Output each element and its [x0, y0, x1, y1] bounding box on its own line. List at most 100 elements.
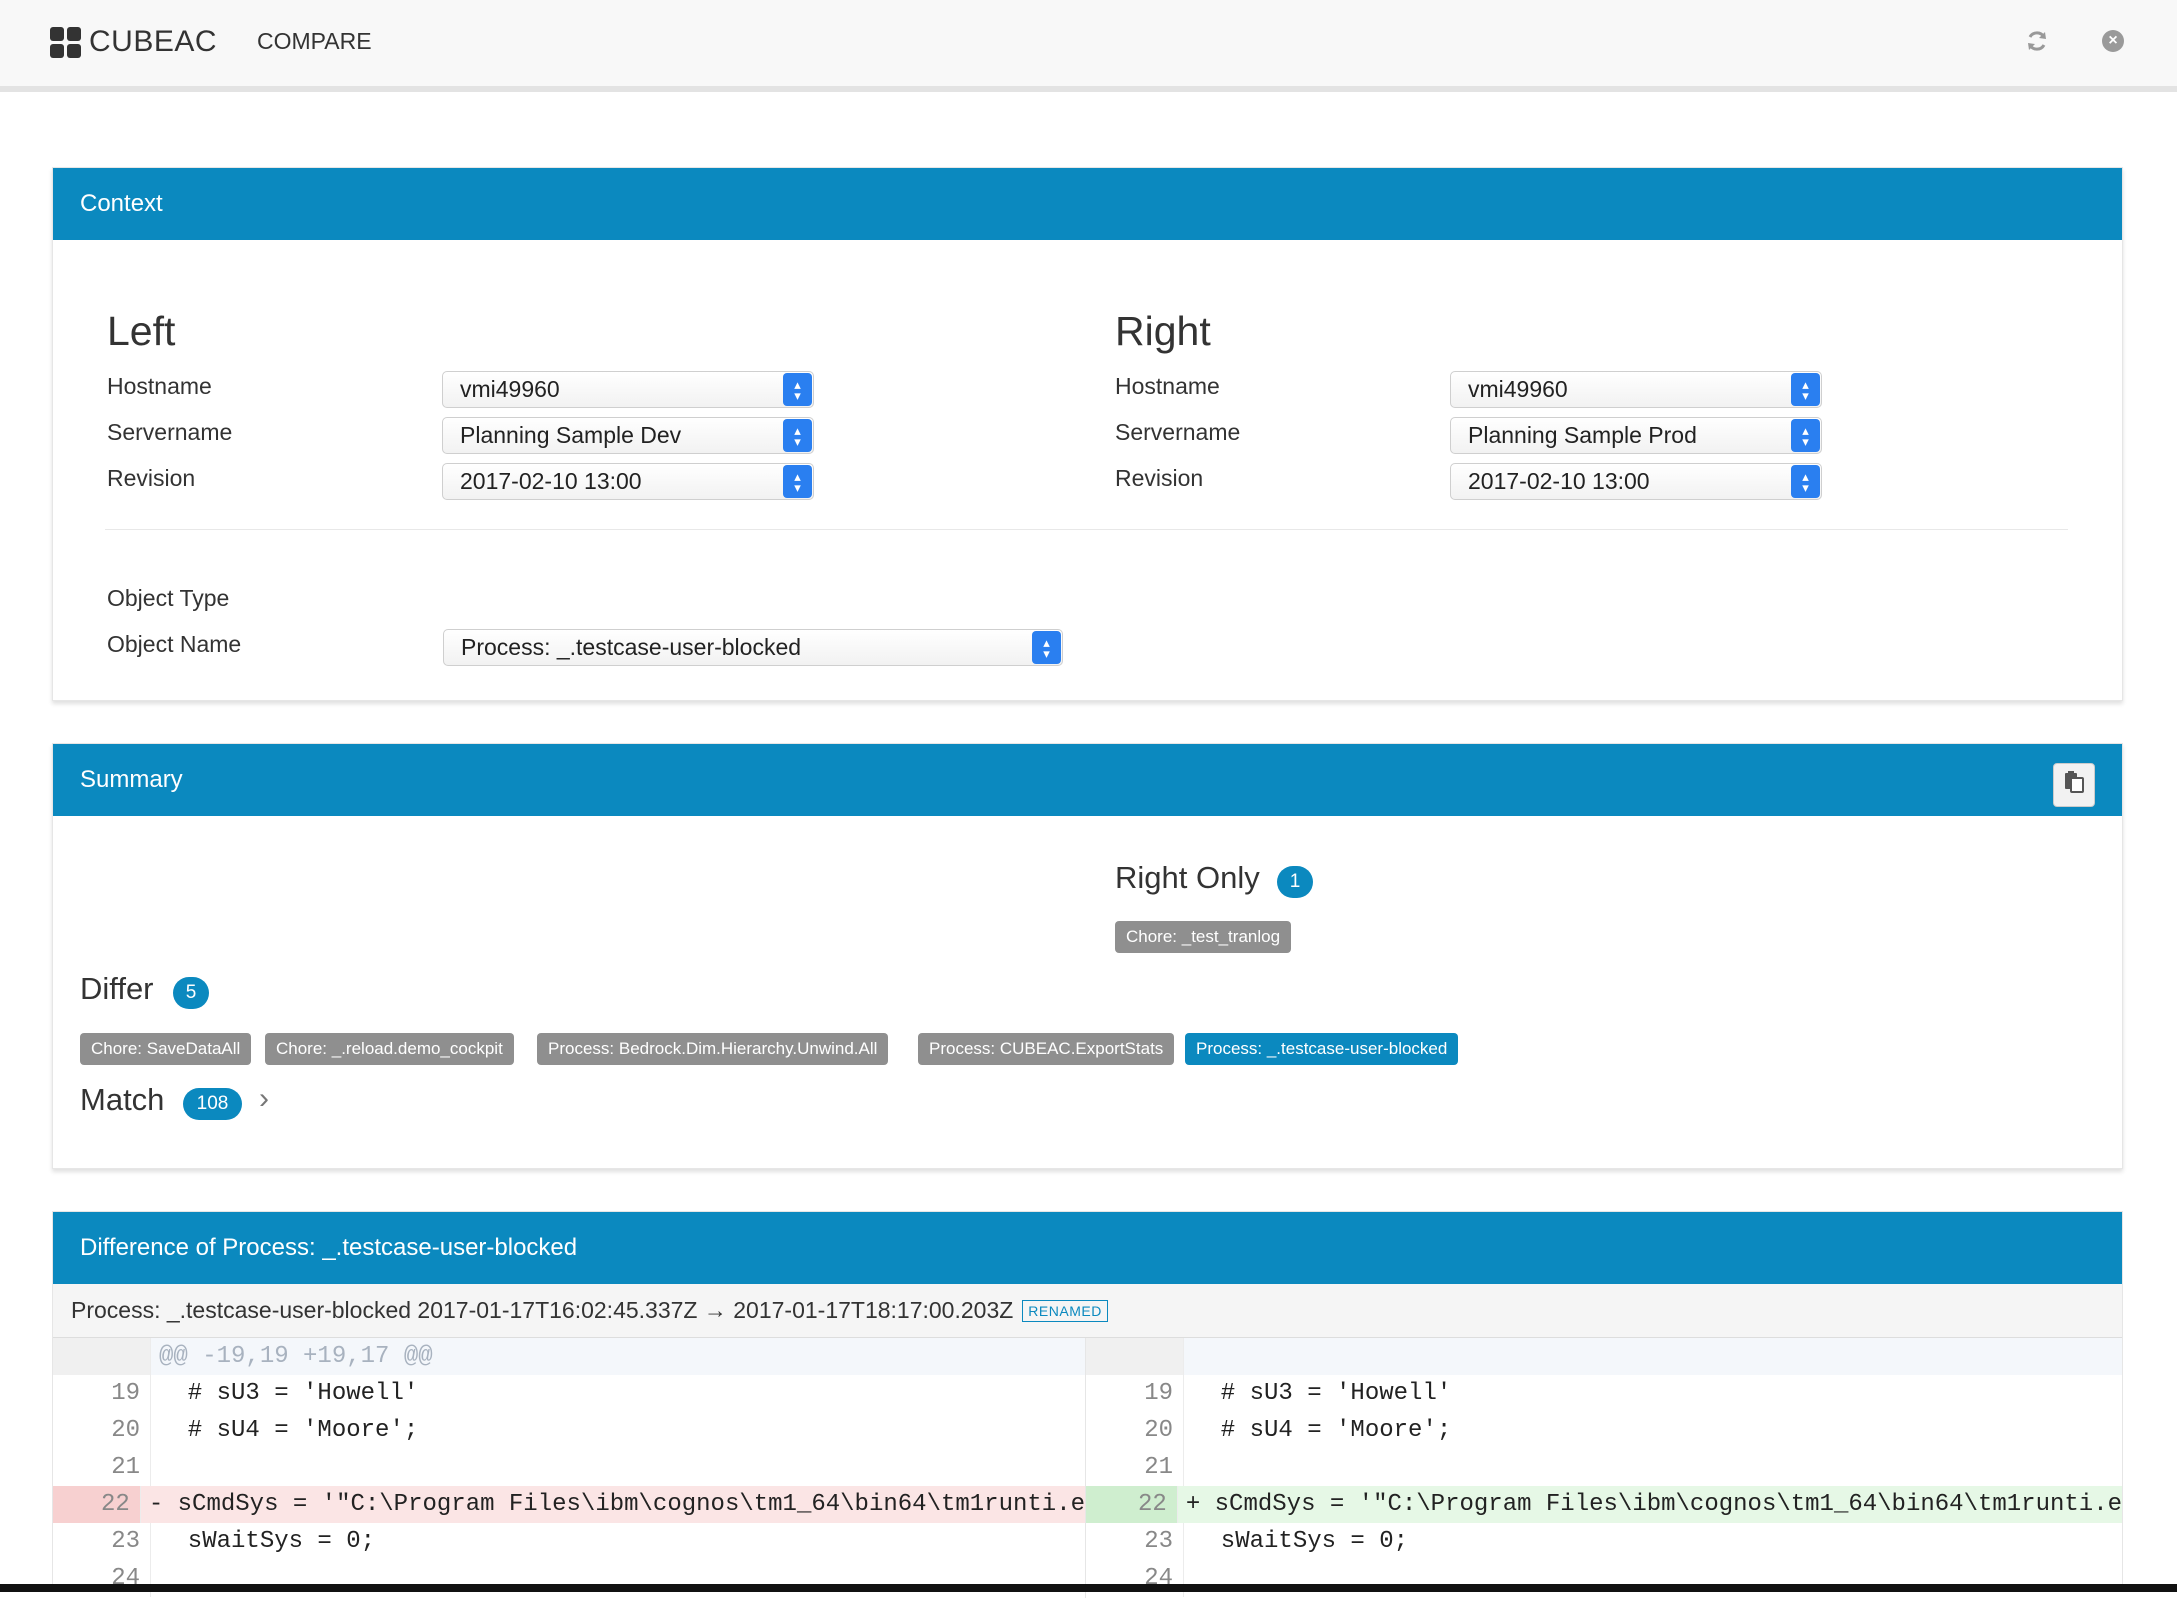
left-hostname-value: vmi49960 — [460, 376, 560, 402]
left-hostname-label: Hostname — [107, 373, 212, 399]
select-arrows-icon: ▴ ▾ — [1791, 419, 1820, 452]
brand-link[interactable]: CUBEAC — [50, 22, 217, 62]
object-type-label: Object Type — [107, 585, 230, 611]
right-servername-value: Planning Sample Prod — [1468, 422, 1697, 448]
line-number: 23 — [1086, 1523, 1184, 1560]
diff-hunk-spacer — [1086, 1338, 2122, 1375]
line-number: 21 — [1086, 1449, 1184, 1486]
line-number: 21 — [53, 1449, 151, 1486]
hunk-text: @@ -19,19 +19,17 @@ — [159, 1343, 433, 1370]
diff-line-deleted: 22 - sCmdSys = '"C:\Program Files\ibm\co… — [53, 1486, 1085, 1523]
line-number — [1086, 1338, 1184, 1375]
left-hostname-select[interactable]: vmi49960 ▴ ▾ — [442, 371, 814, 408]
right-revision-value: 2017-02-10 13:00 — [1468, 468, 1650, 494]
differ-tag[interactable]: Process: Bedrock.Dim.Hierarchy.Unwind.Al… — [537, 1033, 889, 1065]
select-arrows-icon: ▴ ▾ — [1791, 465, 1820, 498]
clipboard-icon — [2063, 770, 2085, 801]
summary-title: Summary — [80, 766, 183, 793]
diff-line: 21 — [53, 1449, 1085, 1486]
line-number: 20 — [1086, 1412, 1184, 1449]
copy-button[interactable] — [2053, 763, 2095, 807]
brand-name: CUBEAC — [89, 25, 218, 58]
line-code: # sU3 = 'Howell' — [1192, 1380, 1452, 1407]
difference-panel: Difference of Process: _.testcase-user-b… — [52, 1211, 2123, 1598]
renamed-badge: RENAMED — [1022, 1299, 1108, 1322]
diff-right-pane: 19 # sU3 = 'Howell' 20 # sU4 = 'Moore'; … — [1086, 1338, 2122, 1598]
diff-line: 20 # sU4 = 'Moore'; — [53, 1412, 1085, 1449]
line-code: - sCmdSys = '"C:\Program Files\ibm\cogno… — [148, 1491, 1085, 1518]
right-revision-label: Revision — [1115, 465, 1204, 491]
context-panel: Context Left Hostname vmi49960 ▴ ▾ Server… — [52, 167, 2123, 701]
right-servername-select[interactable]: Planning Sample Prod ▴ ▾ — [1450, 417, 1822, 454]
object-name-select[interactable]: Process: _.testcase-user-blocked ▴ ▾ — [443, 629, 1063, 666]
left-servername-value: Planning Sample Dev — [460, 422, 682, 448]
close-circle-icon[interactable]: × — [2100, 28, 2126, 54]
diff-line: 19 # sU3 = 'Howell' — [53, 1375, 1085, 1412]
chevron-right-icon[interactable]: › — [259, 1082, 269, 1116]
right-servername-label: Servername — [1115, 419, 1241, 445]
right-revision-select[interactable]: 2017-02-10 13:00 ▴ ▾ — [1450, 463, 1822, 500]
differ-count-badge: 5 — [173, 977, 209, 1009]
context-divider — [105, 529, 2068, 530]
right-only-title: Right Only — [1115, 860, 1260, 895]
line-number: 22 — [53, 1486, 141, 1523]
left-heading: Left — [107, 308, 176, 354]
right-hostname-select[interactable]: vmi49960 ▴ ▾ — [1450, 371, 1822, 408]
diff-line-added: 22 + sCmdSys = '"C:\Program Files\ibm\co… — [1086, 1486, 2122, 1523]
top-navbar: CUBEAC COMPARE × — [0, 0, 2177, 92]
select-arrows-icon: ▴ ▾ — [783, 373, 812, 406]
left-servername-label: Servername — [107, 419, 233, 445]
line-number: 19 — [53, 1375, 151, 1412]
line-number: 22 — [1086, 1486, 1178, 1523]
differ-tag[interactable]: Process: CUBEAC.ExportStats — [918, 1033, 1175, 1065]
right-only-tag[interactable]: Chore: _test_tranlog — [1115, 921, 1292, 953]
diff-line: 20 # sU4 = 'Moore'; — [1086, 1412, 2122, 1449]
nav-compare-link[interactable]: COMPARE — [257, 28, 372, 55]
differ-tag-active[interactable]: Process: _.testcase-user-blocked — [1185, 1033, 1459, 1065]
line-code: + sCmdSys = '"C:\Program Files\ibm\cogno… — [1185, 1491, 2122, 1518]
context-panel-header: Context — [53, 168, 2122, 240]
line-code: # sU4 = 'Moore'; — [1192, 1417, 1452, 1444]
select-arrows-icon: ▴ ▾ — [1791, 373, 1820, 406]
hunk-spacer — [1184, 1338, 1192, 1375]
left-revision-value: 2017-02-10 13:00 — [460, 468, 642, 494]
diff-file-title: Process: _.testcase-user-blocked 2017-01… — [71, 1297, 1014, 1323]
diff-hunk-header: @@ -19,19 +19,17 @@ — [53, 1338, 1085, 1375]
line-code: # sU4 = 'Moore'; — [159, 1417, 419, 1444]
diff-file-header: Process: _.testcase-user-blocked 2017-01… — [53, 1284, 2122, 1338]
differ-title: Differ — [80, 971, 154, 1006]
object-name-value: Process: _.testcase-user-blocked — [461, 634, 802, 660]
left-revision-select[interactable]: 2017-02-10 13:00 ▴ ▾ — [442, 463, 814, 500]
right-only-count-badge: 1 — [1277, 866, 1313, 898]
line-number — [53, 1338, 151, 1375]
summary-panel-header: Summary — [53, 744, 2122, 816]
window-bottom-edge — [0, 1584, 2177, 1592]
line-code: sWaitSys = 0; — [159, 1528, 376, 1555]
right-heading: Right — [1115, 308, 1211, 354]
left-revision-label: Revision — [107, 465, 196, 491]
refresh-icon[interactable] — [2024, 28, 2050, 54]
line-code: sWaitSys = 0; — [1192, 1528, 1409, 1555]
diff-line: 23 sWaitSys = 0; — [1086, 1523, 2122, 1560]
line-number: 23 — [53, 1523, 151, 1560]
diff-line: 23 sWaitSys = 0; — [53, 1523, 1085, 1560]
diff-line: 19 # sU3 = 'Howell' — [1086, 1375, 2122, 1412]
grid-icon — [50, 26, 81, 58]
left-servername-select[interactable]: Planning Sample Dev ▴ ▾ — [442, 417, 814, 454]
diff-line: 21 — [1086, 1449, 2122, 1486]
right-hostname-value: vmi49960 — [1468, 376, 1568, 402]
select-arrows-icon: ▴ ▾ — [1032, 631, 1061, 664]
differ-tag[interactable]: Chore: _.reload.demo_cockpit — [265, 1033, 514, 1065]
line-code: # sU3 = 'Howell' — [159, 1380, 419, 1407]
match-title: Match — [80, 1082, 165, 1117]
summary-panel: Summary Right Only 1 Chore: _test_tranlo… — [52, 743, 2123, 1169]
select-arrows-icon: ▴ ▾ — [783, 419, 812, 452]
right-hostname-label: Hostname — [1115, 373, 1220, 399]
match-count-badge: 108 — [183, 1088, 242, 1120]
select-arrows-icon: ▴ ▾ — [783, 465, 812, 498]
line-number: 20 — [53, 1412, 151, 1449]
differ-tag[interactable]: Chore: SaveDataAll — [80, 1033, 252, 1065]
line-number: 19 — [1086, 1375, 1184, 1412]
